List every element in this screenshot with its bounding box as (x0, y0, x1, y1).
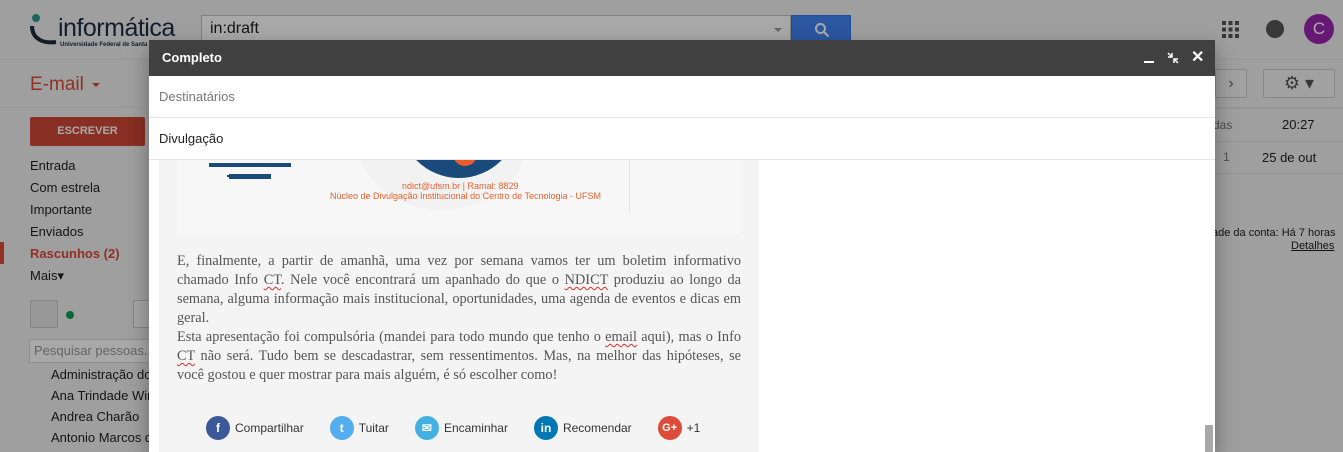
paragraph-text: Esta apresentação foi compulsória (mande… (177, 329, 606, 345)
share-linkedin-label: Recomendar (562, 421, 632, 435)
share-twitter-button[interactable]: t Tuitar (329, 416, 389, 440)
twitter-icon: t (329, 416, 354, 440)
facebook-icon: f (206, 416, 230, 440)
share-email-button[interactable]: ✉ Encaminhar (414, 416, 508, 440)
share-twitter-label: Tuitar (358, 421, 389, 435)
share-facebook-label: Compartilhar (235, 421, 304, 435)
banner-org-name: Núcleo de Divulgação Institucional do Ce… (330, 191, 601, 201)
share-gplus-button[interactable]: G+ +1 (657, 416, 701, 440)
compose-scrollbar[interactable] (1205, 425, 1213, 452)
share-linkedin-button[interactable]: in Recomendar (533, 416, 632, 440)
share-facebook-button[interactable]: f Compartilhar (206, 416, 304, 440)
compose-dialog: Completo ✕ Destinatários Divulgação ndic… (149, 40, 1215, 452)
banner-bar (227, 175, 249, 177)
spellcheck-word: CT (177, 348, 196, 364)
banner-bar (209, 163, 291, 167)
compose-header: Completo ✕ (149, 40, 1215, 76)
banner-contact: ndict@ufsm.br | Ramal: 8829 (402, 181, 519, 191)
compose-title: Completo (162, 50, 222, 65)
spellcheck-word: CT (263, 272, 281, 288)
compose-body[interactable]: ndict@ufsm.br | Ramal: 8829 Núcleo de Di… (149, 160, 1215, 452)
spellcheck-word: NDICT (564, 272, 609, 288)
paragraph: E, finalmente, a partir de amanhã, uma v… (177, 252, 741, 328)
recipients-field[interactable]: Destinatários (149, 76, 1215, 118)
google-plus-icon: G+ (657, 416, 682, 440)
minimize-icon[interactable] (1143, 52, 1155, 64)
subject-field[interactable]: Divulgação (149, 118, 1215, 160)
paragraph: Esta apresentação foi compulsória (mande… (177, 328, 741, 385)
close-icon[interactable]: ✕ (1191, 50, 1204, 66)
exit-fullscreen-icon[interactable] (1167, 52, 1179, 64)
spellcheck-word: email (605, 329, 637, 345)
share-email-label: Encaminhar (443, 421, 508, 435)
linkedin-icon: in (533, 416, 558, 440)
compose-header-controls: ✕ (1143, 40, 1204, 76)
newsletter-content: ndict@ufsm.br | Ramal: 8829 Núcleo de Di… (159, 160, 759, 452)
envelope-icon: ✉ (414, 416, 439, 440)
banner-divider (629, 160, 630, 214)
newsletter-banner: ndict@ufsm.br | Ramal: 8829 Núcleo de Di… (177, 160, 741, 234)
newsletter-text: E, finalmente, a partir de amanhã, uma v… (177, 252, 741, 385)
paragraph-text: não será. Tudo bem se descadastrar, sem … (177, 348, 741, 383)
paragraph-text: . Nele você encontrará um apanhado do qu… (280, 272, 565, 288)
share-gplus-label: +1 (686, 421, 701, 435)
paragraph-text: aqui), mas o Info (636, 329, 741, 345)
share-bar: f Compartilhar t Tuitar ✉ Encaminhar in … (206, 416, 726, 440)
